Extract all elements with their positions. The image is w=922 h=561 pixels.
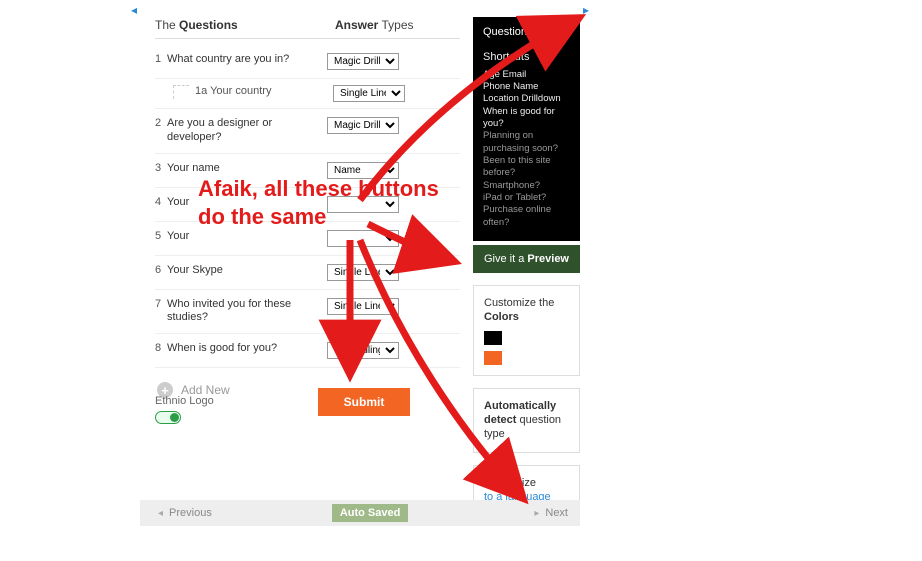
question-number: 1 <box>155 53 167 65</box>
shortcut-item[interactable]: Phone Name <box>483 81 570 93</box>
annotation-arrows <box>0 0 922 561</box>
preview-btn-bold: Preview <box>527 253 569 265</box>
branch-icon <box>173 85 189 99</box>
answer-type-select[interactable] <box>327 196 399 213</box>
answer-type-select[interactable]: Scheduling <box>327 342 399 359</box>
question-number: 3 <box>155 162 167 174</box>
previous-label: Previous <box>169 507 212 519</box>
question-row[interactable]: 4 Your <box>155 188 460 222</box>
next-button[interactable]: ▸ Next <box>528 507 568 519</box>
shortcut-item[interactable]: Smartphone? <box>483 180 570 192</box>
answer-type-select[interactable] <box>327 230 399 247</box>
question-number: 7 <box>155 298 167 310</box>
previous-button[interactable]: ◂ Previous <box>152 507 212 519</box>
panel-chevron-right[interactable]: ▸ <box>583 3 593 13</box>
questions-header: The Questions Answer Types <box>155 18 460 39</box>
question-text: Your name <box>167 162 327 176</box>
question-text: Your Skype <box>167 264 327 278</box>
question-text: What country are you in? <box>167 53 327 67</box>
language-line1: Customize <box>484 476 569 490</box>
question-text: Who invited you for these studies? <box>167 298 327 326</box>
answer-type-select[interactable]: Single Line <box>327 264 399 281</box>
colors-line1: Customize the <box>484 296 569 310</box>
panel-chevron-left[interactable]: ◂ <box>131 3 141 13</box>
question-row[interactable]: 8 When is good for you? Scheduling <box>155 334 460 368</box>
question-text: Are you a designer or developer? <box>167 117 327 145</box>
question-row[interactable]: 2 Are you a designer or developer? Magic… <box>155 109 460 154</box>
shortcut-item[interactable]: Been to this site before? <box>483 155 570 180</box>
question-number: 4 <box>155 196 167 208</box>
shortcut-item[interactable]: Purchase online often? <box>483 204 570 229</box>
answer-type-select[interactable]: Magic Drill D <box>327 117 399 134</box>
col-a-suffix: Types <box>378 18 413 32</box>
shortcut-item[interactable]: Location Drilldown <box>483 93 570 105</box>
question-number: 5 <box>155 230 167 242</box>
answer-type-select[interactable]: Single Line <box>333 85 405 102</box>
question-shortcuts-panel: Question Shortcuts Age Email Phone Name … <box>473 17 580 241</box>
autosave-badge: Auto Saved <box>332 504 409 522</box>
ethnio-logo-block: Ethnio Logo <box>155 395 214 424</box>
answer-type-select[interactable]: Magic Drill D <box>327 53 399 70</box>
colors-line2: Colors <box>484 311 519 323</box>
question-text: Your <box>167 196 327 210</box>
question-text: When is good for you? <box>167 342 327 356</box>
shortcuts-subtitle: Shortcuts <box>483 50 570 65</box>
chevron-left-icon: ◂ <box>158 508 163 519</box>
questions-table: The Questions Answer Types 1 What countr… <box>155 18 460 398</box>
ethnio-logo-label: Ethnio Logo <box>155 395 214 407</box>
question-text: Your <box>167 230 327 244</box>
question-number: 8 <box>155 342 167 354</box>
answer-type-select[interactable]: Name <box>327 162 399 179</box>
color-swatch-orange[interactable] <box>484 351 502 365</box>
question-row[interactable]: 6 Your Skype Single Line <box>155 256 460 290</box>
right-sidebar: Question Shortcuts Age Email Phone Name … <box>473 17 580 515</box>
color-swatch-black[interactable] <box>484 331 502 345</box>
autodetect-card[interactable]: Automatically detect question type <box>473 388 580 453</box>
shortcut-item[interactable]: Age Email <box>483 69 570 81</box>
chevron-right-icon: ▸ <box>534 508 539 519</box>
preview-button[interactable]: Give it a Preview <box>473 245 580 273</box>
col-q-prefix: The <box>155 18 179 32</box>
next-label: Next <box>545 507 568 519</box>
col-q-bold: Questions <box>179 18 238 32</box>
question-number: 6 <box>155 264 167 276</box>
shortcut-item[interactable]: When is good for you? <box>483 106 570 131</box>
sub-question-row[interactable]: 1a Your country Single Line <box>155 79 460 109</box>
colors-card[interactable]: Customize the Colors <box>473 285 580 376</box>
shortcut-item[interactable]: Planning on purchasing soon? <box>483 130 570 155</box>
preview-btn-prefix: Give it a <box>484 253 527 265</box>
answer-type-select[interactable]: Single Line <box>327 298 399 315</box>
shortcut-item[interactable]: iPad or Tablet? <box>483 192 570 204</box>
logo-toggle[interactable] <box>155 411 181 424</box>
question-row[interactable]: 3 Your name Name <box>155 154 460 188</box>
shortcuts-title: Question <box>483 25 570 40</box>
question-row[interactable]: 5 Your <box>155 222 460 256</box>
question-row[interactable]: 7 Who invited you for these studies? Sin… <box>155 290 460 335</box>
question-number: 2 <box>155 117 167 129</box>
sub-question-text: 1a Your country <box>195 85 333 102</box>
submit-button[interactable]: Submit <box>318 388 410 416</box>
footer-bar: ◂ Previous Auto Saved ▸ Next <box>140 500 580 526</box>
question-row[interactable]: 1 What country are you in? Magic Drill D <box>155 45 460 79</box>
col-a-bold: Answer <box>335 18 378 32</box>
